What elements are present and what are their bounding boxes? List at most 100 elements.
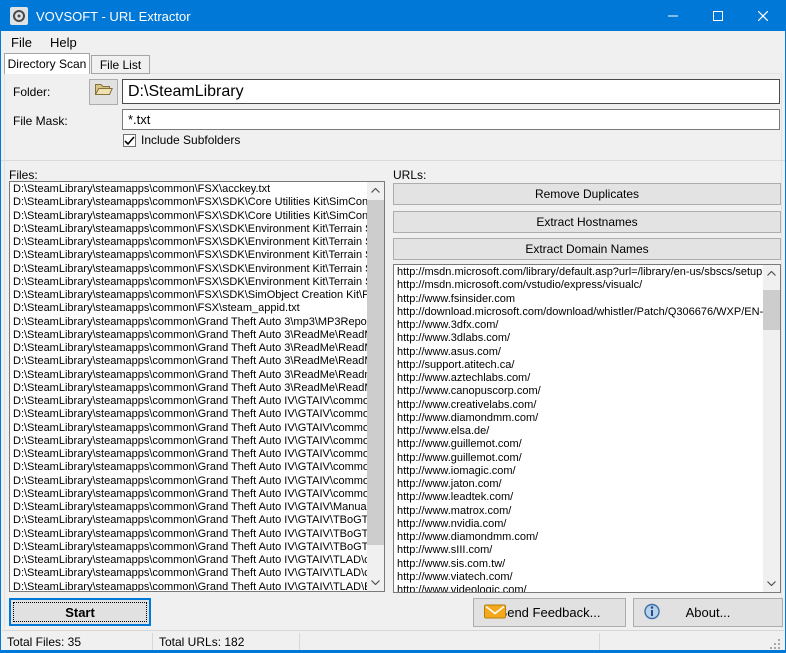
list-item[interactable]: D:\SteamLibrary\steamapps\common\Grand T… bbox=[10, 488, 367, 501]
list-item[interactable]: http://www.iomagic.com/ bbox=[394, 465, 763, 478]
list-item[interactable]: http://www.canopuscorp.com/ bbox=[394, 385, 763, 398]
list-item[interactable]: D:\SteamLibrary\steamapps\common\Grand T… bbox=[10, 461, 367, 474]
status-total-files: Total Files: 35 bbox=[7, 635, 81, 649]
list-item[interactable]: http://www.leadtek.com/ bbox=[394, 491, 763, 504]
list-item[interactable]: http://www.diamondmm.com/ bbox=[394, 531, 763, 544]
app-window: VOVSOFT - URL Extractor File Help Direct… bbox=[0, 0, 786, 653]
list-item[interactable]: http://www.sis.com.tw/ bbox=[394, 558, 763, 571]
list-item[interactable]: D:\SteamLibrary\steamapps\common\Grand T… bbox=[10, 342, 367, 355]
list-item[interactable]: D:\SteamLibrary\steamapps\common\Grand T… bbox=[10, 541, 367, 554]
list-item[interactable]: D:\SteamLibrary\steamapps\common\FSX\SDK… bbox=[10, 196, 367, 209]
resize-grip[interactable] bbox=[778, 647, 780, 649]
about-button[interactable]: About... bbox=[633, 598, 783, 627]
send-feedback-button[interactable]: Send Feedback... bbox=[473, 598, 626, 627]
urls-scroll-thumb[interactable] bbox=[763, 290, 780, 330]
list-item[interactable]: D:\SteamLibrary\steamapps\common\Grand T… bbox=[10, 554, 367, 567]
list-item[interactable]: http://msdn.microsoft.com/library/defaul… bbox=[394, 266, 763, 279]
list-item[interactable]: http://www.elsa.de/ bbox=[394, 425, 763, 438]
tab-page-border-right bbox=[781, 74, 782, 628]
list-item[interactable]: http://www.viatech.com/ bbox=[394, 571, 763, 584]
app-icon bbox=[10, 7, 28, 25]
list-item[interactable]: http://www.matrox.com/ bbox=[394, 505, 763, 518]
list-item[interactable]: D:\SteamLibrary\steamapps\common\Grand T… bbox=[10, 448, 367, 461]
list-item[interactable]: http://www.nvidia.com/ bbox=[394, 518, 763, 531]
tab-directory-scan[interactable]: Directory Scan bbox=[4, 53, 90, 74]
menu-help[interactable]: Help bbox=[41, 31, 86, 54]
folder-open-icon bbox=[94, 82, 113, 102]
urls-scrollbar[interactable] bbox=[763, 265, 780, 592]
list-item[interactable]: D:\SteamLibrary\steamapps\common\FSX\SDK… bbox=[10, 276, 367, 289]
list-item[interactable]: D:\SteamLibrary\steamapps\common\Grand T… bbox=[10, 528, 367, 541]
list-item[interactable]: http://www.3dfx.com/ bbox=[394, 319, 763, 332]
files-label: Files: bbox=[9, 168, 38, 182]
folder-label: Folder: bbox=[13, 85, 50, 99]
list-item[interactable]: D:\SteamLibrary\steamapps\common\Grand T… bbox=[10, 501, 367, 514]
list-item[interactable]: D:\SteamLibrary\steamapps\common\FSX\ste… bbox=[10, 302, 367, 315]
list-item[interactable]: D:\SteamLibrary\steamapps\common\FSX\SDK… bbox=[10, 236, 367, 249]
list-item[interactable]: D:\SteamLibrary\steamapps\common\Grand T… bbox=[10, 567, 367, 580]
tab-page-border-left bbox=[4, 74, 5, 628]
list-item[interactable]: http://www.fsinsider.com bbox=[394, 293, 763, 306]
list-item[interactable]: http://www.aztechlabs.com/ bbox=[394, 372, 763, 385]
list-item[interactable]: D:\SteamLibrary\steamapps\common\FSX\SDK… bbox=[10, 210, 367, 223]
list-item[interactable]: http://support.atitech.ca/ bbox=[394, 359, 763, 372]
scroll-up-icon[interactable] bbox=[367, 182, 384, 199]
files-scroll-thumb[interactable] bbox=[367, 200, 384, 545]
list-item[interactable]: http://www.videologic.com/ bbox=[394, 584, 763, 592]
include-subfolders-checkbox[interactable] bbox=[123, 134, 136, 147]
list-item[interactable]: D:\SteamLibrary\steamapps\common\Grand T… bbox=[10, 435, 367, 448]
window-controls bbox=[650, 1, 785, 31]
start-button[interactable]: Start bbox=[9, 598, 151, 626]
list-item[interactable]: D:\SteamLibrary\steamapps\common\Grand T… bbox=[10, 422, 367, 435]
list-item[interactable]: D:\SteamLibrary\steamapps\common\Grand T… bbox=[10, 408, 367, 421]
files-scrollbar[interactable] bbox=[367, 182, 384, 591]
remove-duplicates-button[interactable]: Remove Duplicates bbox=[393, 183, 781, 205]
list-item[interactable]: http://www.sIII.com/ bbox=[394, 544, 763, 557]
list-item[interactable]: D:\SteamLibrary\steamapps\common\FSX\SDK… bbox=[10, 249, 367, 262]
list-item[interactable]: http://www.diamondmm.com/ bbox=[394, 412, 763, 425]
list-item[interactable]: D:\SteamLibrary\steamapps\common\FSX\acc… bbox=[10, 183, 367, 196]
list-item[interactable]: http://msdn.microsoft.com/vstudio/expres… bbox=[394, 279, 763, 292]
extract-domain-names-button[interactable]: Extract Domain Names bbox=[393, 238, 781, 260]
list-item[interactable]: http://www.jaton.com/ bbox=[394, 478, 763, 491]
list-item[interactable]: D:\SteamLibrary\steamapps\common\FSX\SDK… bbox=[10, 289, 367, 302]
close-icon[interactable] bbox=[740, 1, 785, 31]
browse-folder-button[interactable] bbox=[89, 79, 118, 105]
list-item[interactable]: D:\SteamLibrary\steamapps\common\Grand T… bbox=[10, 329, 367, 342]
scroll-up-icon[interactable] bbox=[763, 265, 780, 282]
list-item[interactable]: D:\SteamLibrary\steamapps\common\Grand T… bbox=[10, 355, 367, 368]
list-item[interactable]: D:\SteamLibrary\steamapps\common\Grand T… bbox=[10, 475, 367, 488]
window-bottom-border bbox=[1, 650, 785, 652]
menu-file[interactable]: File bbox=[2, 31, 41, 54]
list-item[interactable]: http://www.guillemot.com/ bbox=[394, 438, 763, 451]
list-item[interactable]: http://www.asus.com/ bbox=[394, 346, 763, 359]
list-item[interactable]: D:\SteamLibrary\steamapps\common\Grand T… bbox=[10, 382, 367, 395]
list-item[interactable]: D:\SteamLibrary\steamapps\common\Grand T… bbox=[10, 369, 367, 382]
urls-listbox[interactable]: http://msdn.microsoft.com/library/defaul… bbox=[393, 264, 781, 593]
list-item[interactable]: D:\SteamLibrary\steamapps\common\FSX\SDK… bbox=[10, 223, 367, 236]
list-item[interactable]: D:\SteamLibrary\steamapps\common\FSX\SDK… bbox=[10, 263, 367, 276]
list-item[interactable]: D:\SteamLibrary\steamapps\common\Grand T… bbox=[10, 581, 367, 592]
scroll-down-icon[interactable] bbox=[367, 574, 384, 591]
window-title: VOVSOFT - URL Extractor bbox=[36, 9, 191, 24]
tab-file-list[interactable]: File List bbox=[91, 55, 150, 74]
maximize-icon[interactable] bbox=[695, 1, 740, 31]
scroll-down-icon[interactable] bbox=[763, 575, 780, 592]
list-item[interactable]: http://download.microsoft.com/download/w… bbox=[394, 306, 763, 319]
status-divider bbox=[299, 633, 300, 650]
info-icon bbox=[644, 603, 660, 622]
list-item[interactable]: D:\SteamLibrary\steamapps\common\Grand T… bbox=[10, 514, 367, 527]
list-item[interactable]: D:\SteamLibrary\steamapps\common\Grand T… bbox=[10, 316, 367, 329]
file-mask-input[interactable] bbox=[122, 109, 780, 130]
files-listbox[interactable]: D:\SteamLibrary\steamapps\common\FSX\acc… bbox=[9, 181, 385, 592]
envelope-icon bbox=[484, 604, 506, 621]
list-item[interactable]: D:\SteamLibrary\steamapps\common\Grand T… bbox=[10, 395, 367, 408]
list-item[interactable]: http://www.creativelabs.com/ bbox=[394, 399, 763, 412]
list-item[interactable]: http://www.3dlabs.com/ bbox=[394, 332, 763, 345]
extract-hostnames-button[interactable]: Extract Hostnames bbox=[393, 211, 781, 233]
minimize-icon[interactable] bbox=[650, 1, 695, 31]
list-item[interactable]: http://www.guillemot.com/ bbox=[394, 452, 763, 465]
status-divider bbox=[599, 633, 600, 650]
include-subfolders-label: Include Subfolders bbox=[141, 133, 240, 147]
folder-input[interactable] bbox=[122, 79, 780, 104]
